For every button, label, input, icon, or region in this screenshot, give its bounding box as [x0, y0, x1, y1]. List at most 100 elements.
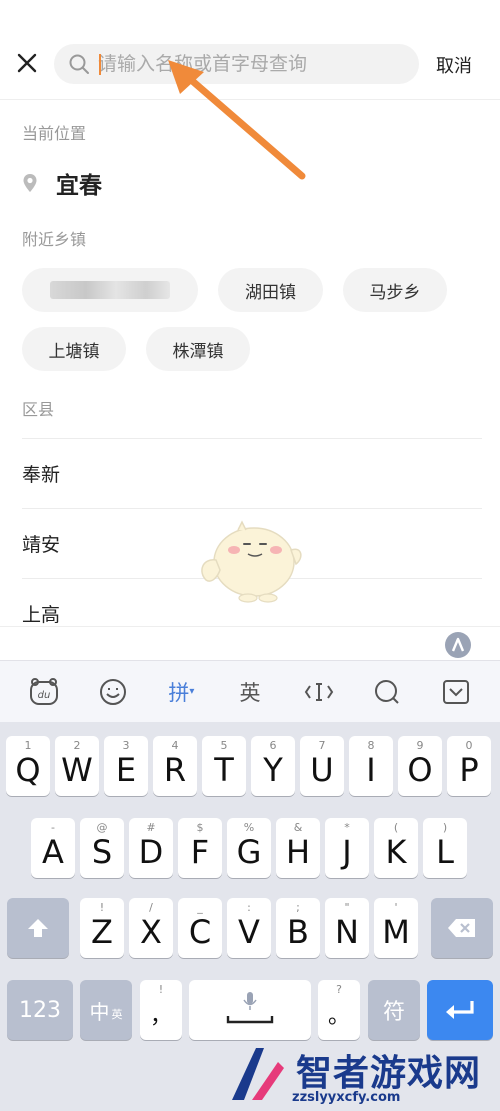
key-f[interactable]: $ F: [178, 818, 222, 878]
key-q[interactable]: 1Q: [6, 736, 50, 796]
search-icon: [375, 679, 399, 704]
close-button[interactable]: [10, 46, 44, 80]
key-y[interactable]: 6Y: [251, 736, 295, 796]
key-p[interactable]: 0P: [447, 736, 491, 796]
town-chip-shangtang[interactable]: 上塘镇: [22, 327, 126, 371]
comma-key[interactable]: ! ，: [140, 980, 182, 1040]
du-button[interactable]: du: [24, 672, 64, 712]
pinyin-label: 拼: [168, 680, 190, 705]
emoji-button[interactable]: [93, 672, 133, 712]
key-label: E: [115, 751, 137, 789]
key-sub-label: 2: [73, 739, 81, 752]
town-chip-zhutan[interactable]: 株潭镇: [146, 327, 250, 371]
key-label: G: [236, 833, 262, 871]
key-v[interactable]: :V: [227, 898, 271, 958]
close-icon: [17, 53, 37, 73]
key-sub-label: &: [293, 821, 303, 834]
key-sub-label: -: [51, 821, 55, 834]
key-d[interactable]: # D: [129, 818, 173, 878]
key-c[interactable]: _ C: [178, 898, 222, 958]
key-k[interactable]: (K: [374, 818, 418, 878]
key-label: H: [285, 833, 311, 871]
shift-icon: [28, 919, 48, 937]
space-key[interactable]: [189, 980, 311, 1040]
chevron-down-icon: [442, 679, 469, 704]
watermark: 智者游戏网 zzslyyxcfy.com: [222, 1040, 500, 1111]
pinyin-mode-button[interactable]: 拼 ▾: [161, 672, 201, 712]
enter-icon: [446, 1001, 474, 1019]
key-h[interactable]: & H: [276, 818, 320, 878]
key-w[interactable]: 2W: [55, 736, 99, 796]
search-header: 取消: [0, 28, 500, 100]
key-label: I: [366, 751, 376, 789]
key-sub-label: 3: [122, 739, 130, 752]
town-chip-mabu[interactable]: 马步乡: [343, 268, 447, 312]
key-sub-label: @: [96, 821, 108, 834]
key-sub-label: 6: [269, 739, 277, 752]
emoji-icon: [99, 678, 126, 705]
key-s[interactable]: @ S: [80, 818, 124, 878]
key-a[interactable]: -A: [31, 818, 75, 878]
en-sub-label: 英: [111, 1008, 123, 1021]
cancel-button[interactable]: 取消: [436, 52, 472, 78]
key-label: R: [163, 751, 187, 789]
key-sub-label: _: [197, 901, 203, 914]
search-input[interactable]: [98, 44, 408, 84]
key-label: U: [310, 751, 334, 789]
key-z[interactable]: ! Z: [80, 898, 124, 958]
svg-text:du: du: [38, 690, 51, 701]
key-sub-label: !: [99, 901, 105, 914]
cursor-button[interactable]: [299, 672, 339, 712]
numbers-key[interactable]: 123: [7, 980, 73, 1040]
key-label: Z: [91, 913, 113, 951]
key-i[interactable]: 8I: [349, 736, 393, 796]
english-mode-button[interactable]: 英: [230, 672, 270, 712]
period-label: 。: [327, 1004, 350, 1029]
key-sub-label: #: [146, 821, 156, 834]
key-n[interactable]: " N: [325, 898, 369, 958]
key-t[interactable]: 5T: [202, 736, 246, 796]
key-sub-label: :: [247, 901, 251, 914]
collapse-keyboard-button[interactable]: [436, 672, 476, 712]
key-u[interactable]: 7U: [300, 736, 344, 796]
keyboard-toolbar: du 拼 ▾ 英: [0, 660, 500, 722]
town-chip-hutian[interactable]: 湖田镇: [218, 268, 323, 312]
town-chip-blurred[interactable]: [22, 268, 198, 312]
zh-en-switch-key[interactable]: 中英: [80, 980, 132, 1040]
key-label: C: [188, 913, 212, 951]
search-box[interactable]: [54, 44, 419, 84]
key-sub-label: 9: [416, 739, 424, 752]
key-sub-label: %: [243, 821, 255, 834]
key-e[interactable]: 3E: [104, 736, 148, 796]
key-b[interactable]: ; B: [276, 898, 320, 958]
voice-assistant-icon[interactable]: [444, 631, 472, 659]
current-city[interactable]: 宜春: [22, 166, 102, 200]
key-x[interactable]: / X: [129, 898, 173, 958]
enter-key[interactable]: [427, 980, 493, 1040]
shift-key[interactable]: [7, 898, 69, 958]
key-g[interactable]: % G: [227, 818, 271, 878]
search-icon: [69, 54, 89, 74]
symbols-key[interactable]: 符: [368, 980, 420, 1040]
key-j[interactable]: * J: [325, 818, 369, 878]
key-r[interactable]: 4R: [153, 736, 197, 796]
microphone-icon: [226, 992, 274, 1024]
search-button[interactable]: [367, 672, 407, 712]
key-m[interactable]: ' M: [374, 898, 418, 958]
period-key[interactable]: ? 。: [318, 980, 360, 1040]
key-label: N: [335, 913, 359, 951]
watermark-brand: 智者游戏网: [296, 1053, 482, 1094]
key-sub-label: 7: [318, 739, 326, 752]
mascot-sticker: [201, 520, 302, 603]
backspace-key[interactable]: [431, 898, 493, 958]
district-item-fengxin[interactable]: 奉新: [22, 438, 482, 508]
key-o[interactable]: 9O: [398, 736, 442, 796]
period-sub-label: ?: [336, 983, 342, 996]
key-sub-label: 0: [465, 739, 473, 752]
key-label: A: [42, 833, 64, 871]
key-sub-label: $: [196, 821, 204, 834]
watermark-url: zzslyyxcfy.com: [292, 1090, 401, 1105]
key-l[interactable]: ) L: [423, 818, 467, 878]
text-cursor: [99, 54, 101, 75]
key-sub-label: 5: [220, 739, 228, 752]
